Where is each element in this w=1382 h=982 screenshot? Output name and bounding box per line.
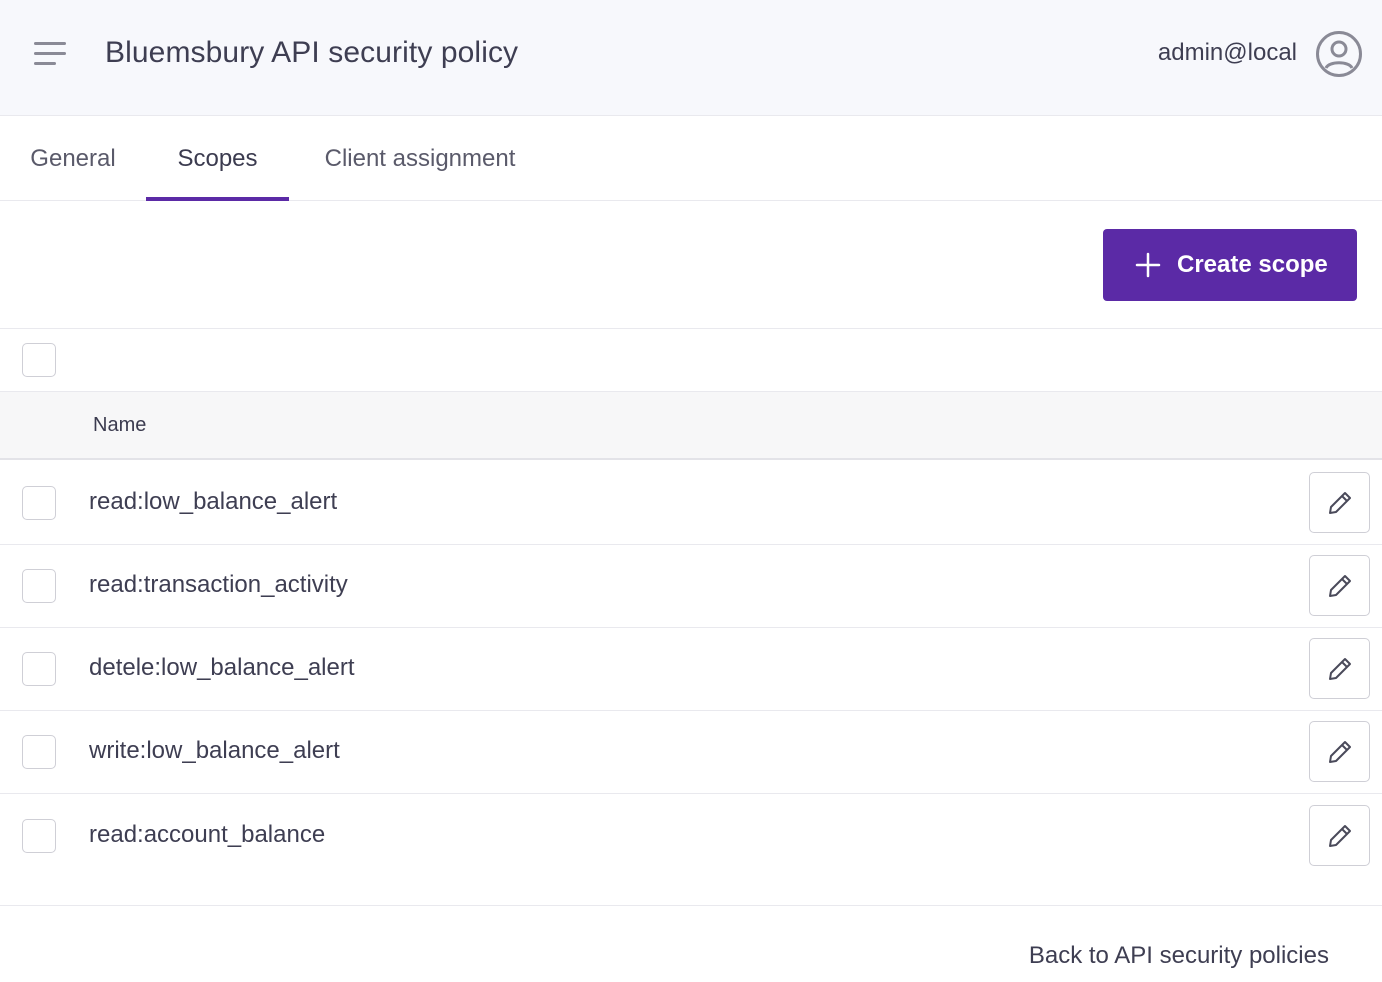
scope-name: read:low_balance_alert	[89, 488, 338, 515]
pencil-icon	[1329, 741, 1351, 763]
edit-scope-button[interactable]	[1309, 555, 1370, 616]
app-header: Bluemsbury API security policy admin@loc…	[0, 0, 1382, 116]
row-checkbox[interactable]	[22, 652, 56, 686]
table-row: read:low_balance_alert	[0, 461, 1382, 545]
scope-name: write:low_balance_alert	[89, 737, 340, 764]
edit-scope-button[interactable]	[1309, 721, 1370, 782]
select-all-row	[0, 329, 1382, 392]
create-scope-button[interactable]: Create scope	[1103, 229, 1357, 301]
pencil-icon	[1329, 575, 1351, 597]
user-circle-icon[interactable]	[1315, 30, 1363, 78]
select-all-checkbox[interactable]	[22, 343, 56, 377]
plus-icon	[1135, 252, 1161, 278]
row-checkbox[interactable]	[22, 486, 56, 520]
tab-bar: General Scopes Client assignment	[0, 117, 1382, 201]
toolbar: Create scope	[0, 202, 1382, 329]
tab-general[interactable]: General	[0, 117, 146, 200]
row-checkbox[interactable]	[22, 569, 56, 603]
pencil-icon	[1329, 658, 1351, 680]
back-to-policies-link[interactable]: Back to API security policies	[1029, 942, 1329, 970]
pencil-icon	[1329, 825, 1351, 847]
column-header-name[interactable]: Name	[93, 414, 146, 437]
table-row: write:low_balance_alert	[0, 710, 1382, 794]
user-email: admin@local	[1157, 39, 1297, 66]
hamburger-menu-icon[interactable]	[30, 36, 70, 72]
create-scope-label: Create scope	[1177, 251, 1328, 278]
table-row: read:account_balance	[0, 794, 1382, 878]
edit-scope-button[interactable]	[1309, 805, 1370, 866]
tab-client-assignment[interactable]: Client assignment	[289, 117, 551, 200]
edit-scope-button[interactable]	[1309, 472, 1370, 533]
footer-divider	[0, 905, 1382, 906]
pencil-icon	[1329, 492, 1351, 514]
row-checkbox[interactable]	[22, 819, 56, 853]
scope-name: read:account_balance	[89, 821, 326, 848]
scope-name: detele:low_balance_alert	[89, 654, 355, 681]
tab-scopes[interactable]: Scopes	[146, 117, 289, 201]
table-row: read:transaction_activity	[0, 544, 1382, 628]
row-checkbox[interactable]	[22, 735, 56, 769]
table-row: detele:low_balance_alert	[0, 627, 1382, 711]
table-header: Name	[0, 392, 1382, 460]
scope-name: read:transaction_activity	[89, 571, 348, 598]
page-title: Bluemsbury API security policy	[105, 36, 519, 69]
edit-scope-button[interactable]	[1309, 638, 1370, 699]
